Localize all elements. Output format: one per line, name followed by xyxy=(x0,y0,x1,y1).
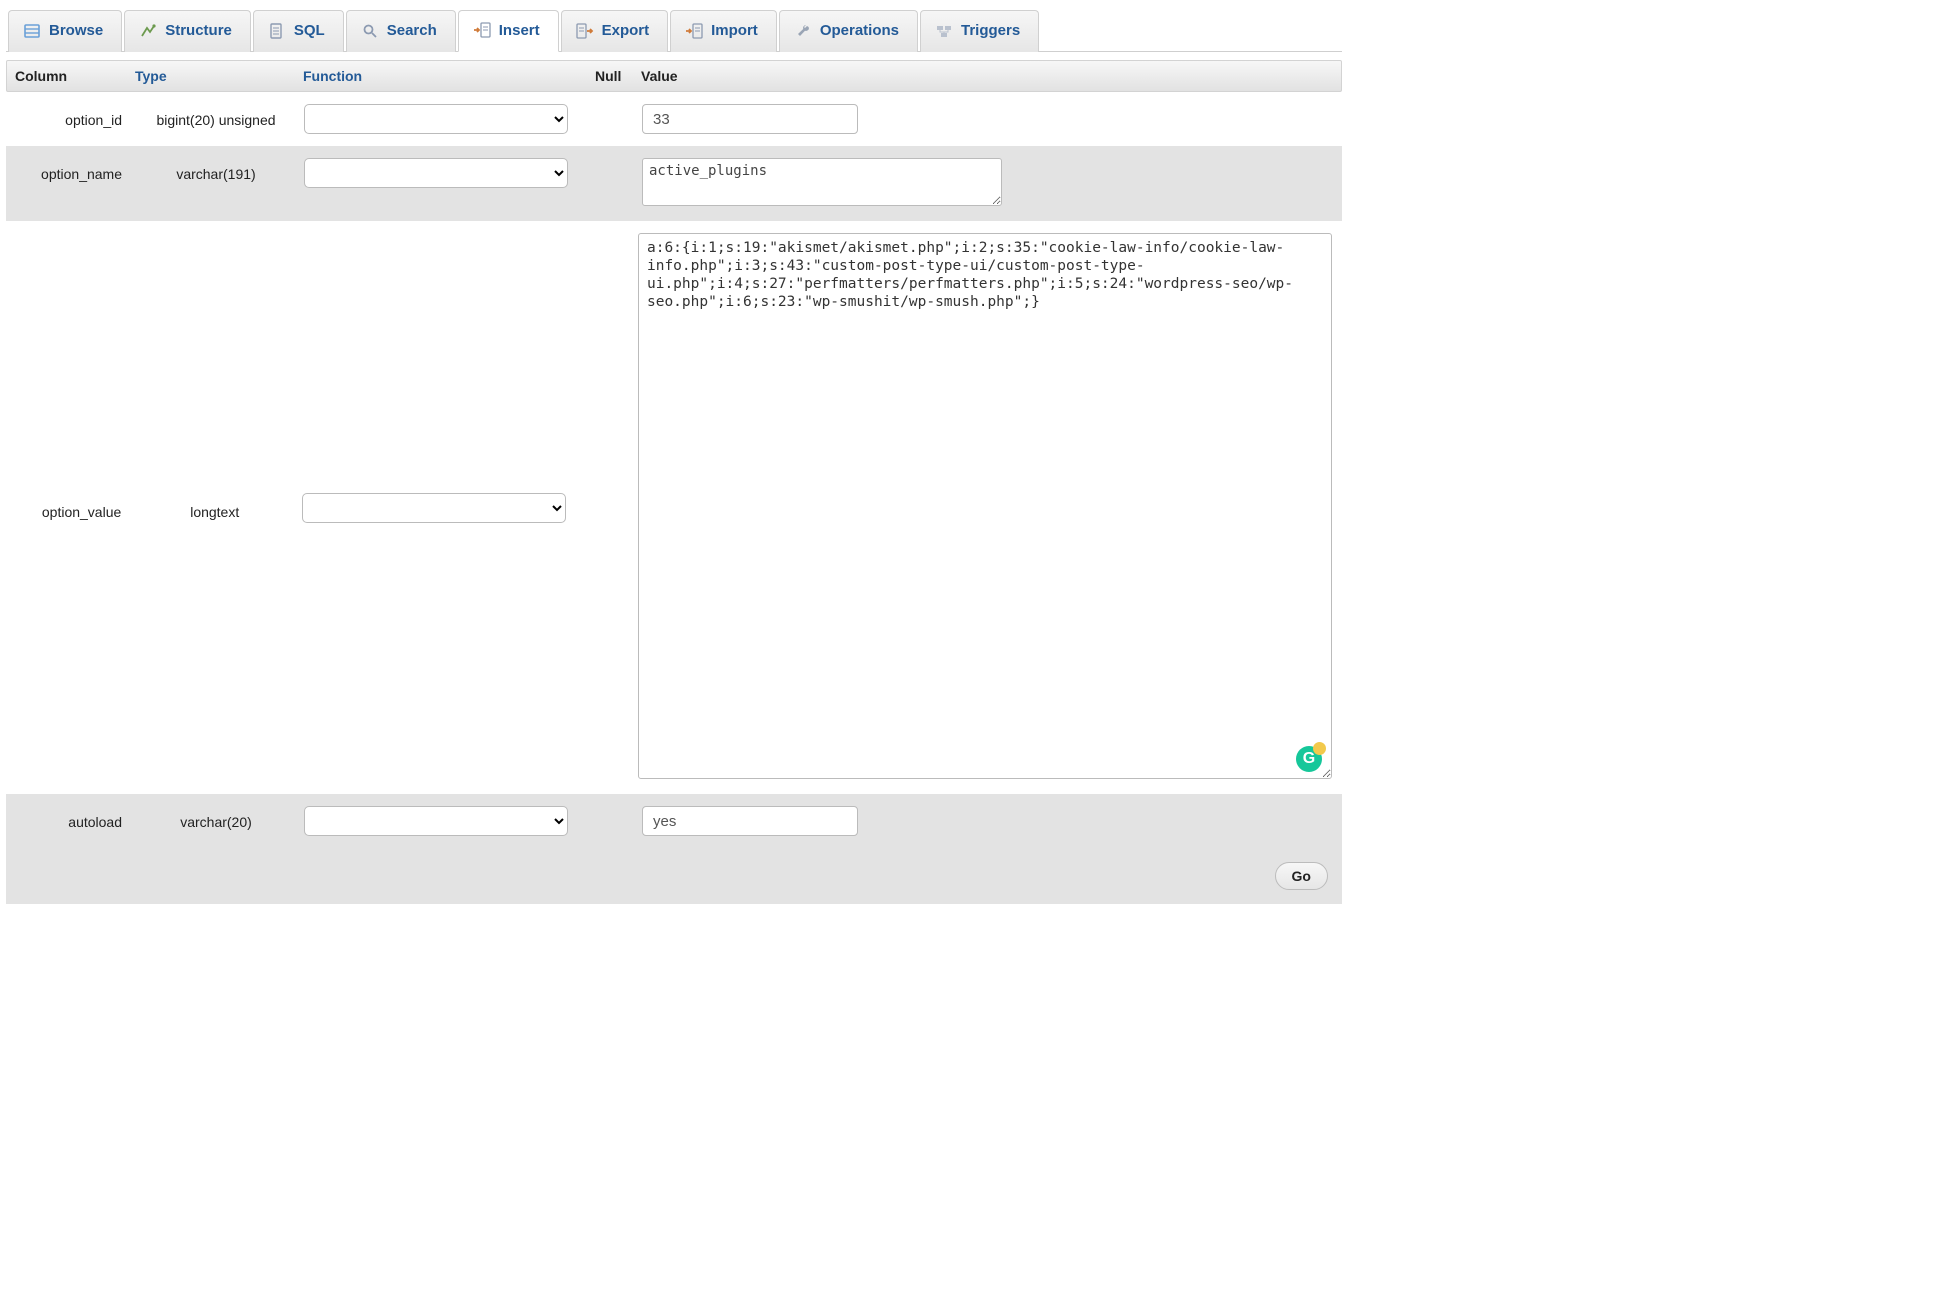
value-input-autoload[interactable] xyxy=(642,806,858,836)
tab-label: Search xyxy=(387,22,437,39)
tab-sql[interactable]: SQL xyxy=(253,10,344,52)
tab-label: Insert xyxy=(499,22,540,39)
tab-label: Triggers xyxy=(961,22,1020,39)
header-function[interactable]: Function xyxy=(295,63,587,89)
import-icon xyxy=(685,22,703,40)
col-name: option_name xyxy=(12,156,132,184)
tab-label: Structure xyxy=(165,22,232,39)
triggers-icon xyxy=(935,22,953,40)
col-name: option_id xyxy=(12,102,132,130)
function-select[interactable] xyxy=(302,493,566,523)
tab-label: Export xyxy=(602,22,650,39)
tab-triggers[interactable]: Triggers xyxy=(920,10,1039,52)
table-header: Column Type Function Null Value xyxy=(6,60,1342,92)
value-input-option-id[interactable] xyxy=(642,104,858,134)
col-type: varchar(20) xyxy=(132,804,300,832)
tab-export[interactable]: Export xyxy=(561,10,669,52)
grammarly-badge-icon[interactable]: G xyxy=(1296,746,1322,772)
null-cell xyxy=(592,156,638,160)
operations-icon xyxy=(794,22,812,40)
insert-icon xyxy=(473,21,491,39)
tab-structure[interactable]: Structure xyxy=(124,10,251,52)
table-row: option_name varchar(191) xyxy=(6,146,1342,221)
value-input-option-value[interactable] xyxy=(638,233,1332,779)
sql-icon xyxy=(268,22,286,40)
table-row: option_id bigint(20) unsigned xyxy=(6,92,1342,146)
browse-icon xyxy=(23,22,41,40)
col-name: option_value xyxy=(12,494,131,522)
tab-search[interactable]: Search xyxy=(346,10,456,52)
header-column: Column xyxy=(7,63,127,89)
tab-browse[interactable]: Browse xyxy=(8,10,122,52)
table-row: option_value longtext G xyxy=(6,221,1342,794)
function-select[interactable] xyxy=(304,158,568,188)
tab-label: Browse xyxy=(49,22,103,39)
null-cell xyxy=(588,506,634,510)
table-row: autoload varchar(20) xyxy=(6,794,1342,848)
col-name: autoload xyxy=(12,804,132,832)
tab-label: SQL xyxy=(294,22,325,39)
function-select[interactable] xyxy=(304,806,568,836)
header-value: Value xyxy=(633,63,1341,89)
structure-icon xyxy=(139,22,157,40)
go-button[interactable]: Go xyxy=(1275,862,1328,890)
null-cell xyxy=(592,102,638,106)
col-type: varchar(191) xyxy=(132,156,300,184)
null-cell xyxy=(592,804,638,808)
col-type: longtext xyxy=(131,494,298,522)
function-select[interactable] xyxy=(304,104,568,134)
header-null: Null xyxy=(587,63,633,89)
tab-insert[interactable]: Insert xyxy=(458,10,559,52)
tab-label: Operations xyxy=(820,22,899,39)
tab-import[interactable]: Import xyxy=(670,10,777,52)
tab-label: Import xyxy=(711,22,758,39)
action-footer: Go xyxy=(6,848,1342,904)
value-input-option-name[interactable] xyxy=(642,158,1002,206)
header-type[interactable]: Type xyxy=(127,63,295,89)
search-icon xyxy=(361,22,379,40)
export-icon xyxy=(576,22,594,40)
tab-bar: Browse Structure SQL Search Insert xyxy=(6,6,1342,52)
tab-operations[interactable]: Operations xyxy=(779,10,918,52)
col-type: bigint(20) unsigned xyxy=(132,102,300,130)
